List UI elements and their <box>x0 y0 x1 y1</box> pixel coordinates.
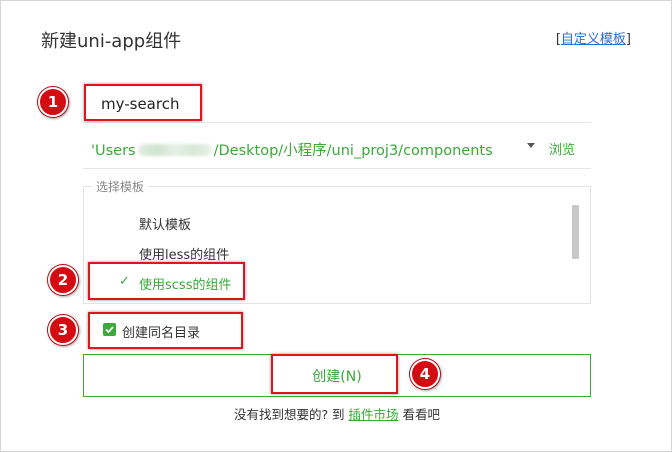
annotation-highlight-name <box>84 84 202 121</box>
annotation-badge-1: 1 <box>38 87 68 117</box>
footer-suffix: 看看吧 <box>402 407 441 422</box>
annotation-highlight-template <box>88 262 245 300</box>
annotation-badge-4: 4 <box>410 359 440 389</box>
footer-prefix: 没有找到想要的? 到 <box>233 407 345 422</box>
caret-down-icon[interactable] <box>527 143 535 148</box>
path-text[interactable]: 'Users/Desktop/小程序/uni_proj3/components <box>91 139 493 160</box>
template-item-default[interactable]: 默认模板 <box>139 214 191 233</box>
annotation-badge-2: 2 <box>48 265 78 295</box>
path-suffix: /Desktop/小程序/uni_proj3/components <box>213 143 493 159</box>
dialog-title: 新建uni-app组件 <box>41 31 182 52</box>
path-prefix: 'Users <box>91 143 136 159</box>
template-item-less[interactable]: 使用less的组件 <box>139 244 229 263</box>
custom-template-label: 自定义模板 <box>560 32 626 47</box>
browse-button[interactable]: 浏览 <box>549 139 575 158</box>
annotation-badge-3: 3 <box>48 315 78 345</box>
annotation-highlight-create <box>271 354 398 394</box>
path-row: 'Users/Desktop/小程序/uni_proj3/components … <box>83 125 591 169</box>
custom-template-link[interactable]: [自定义模板] <box>556 28 631 47</box>
template-legend: 选择模板 <box>92 178 149 195</box>
plugin-market-link[interactable]: 插件市场 <box>349 407 399 422</box>
template-list-scrollbar[interactable] <box>572 205 579 259</box>
footer-text: 没有找到想要的? 到 插件市场 看看吧 <box>1 404 672 423</box>
bracket-close: ] <box>625 32 631 47</box>
annotation-highlight-checkbox <box>88 312 243 349</box>
redacted-username <box>137 144 212 156</box>
